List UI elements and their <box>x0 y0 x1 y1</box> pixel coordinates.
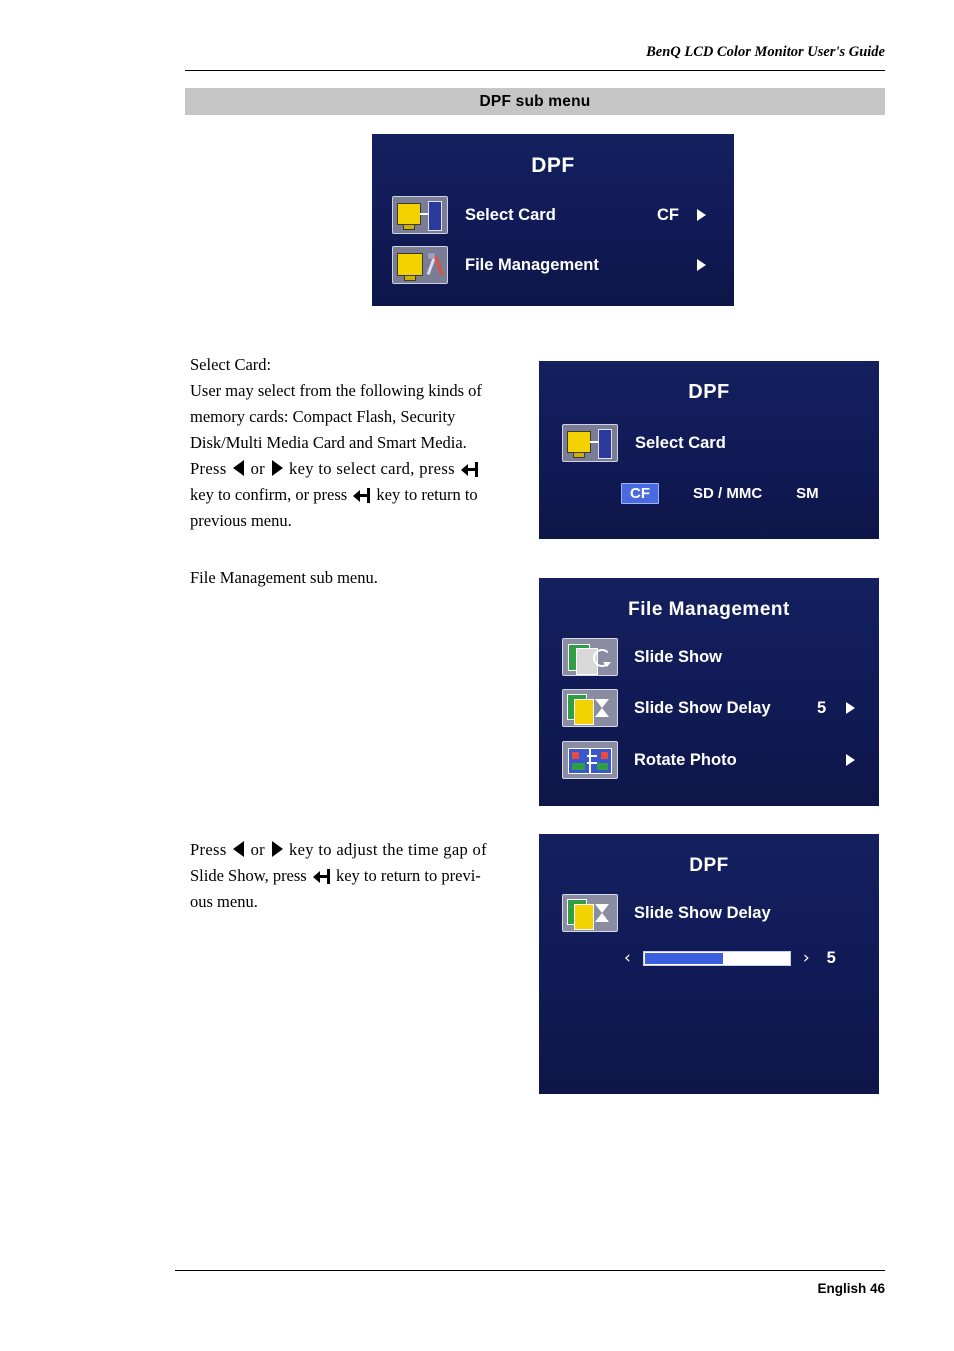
osd-dpf-main-title: DPF <box>531 154 575 177</box>
card-option-cf[interactable]: CF <box>621 483 659 504</box>
file-management-icon <box>392 246 448 284</box>
file-management-note: File Management sub menu. <box>190 565 520 591</box>
osd-select-card-options: CF SD / MMC SM <box>621 483 861 504</box>
osd-row-slide-show-delay[interactable]: Slide Show Delay 5 <box>562 688 862 728</box>
enter-key-icon <box>461 462 479 477</box>
osd-row-slide-show[interactable]: Slide Show <box>562 637 862 677</box>
select-card-line-1: User may select from the following kinds… <box>190 381 482 400</box>
slide-show-delay-icon <box>562 689 618 727</box>
delay-line-1a: key to adjust the time gap of <box>288 840 488 859</box>
chevron-right-icon <box>697 209 706 221</box>
osd-dpf-main: DPF Select Card CF File Management <box>372 134 734 306</box>
select-card-icon <box>392 196 448 234</box>
slide-show-delay-slider-group[interactable]: ‹ › 5 <box>624 949 864 968</box>
select-card-heading: Select Card: <box>190 355 272 374</box>
chevron-right-icon <box>846 754 855 766</box>
osd-row-file-management[interactable]: File Management <box>392 245 717 285</box>
footer-divider <box>175 1270 885 1271</box>
header-text: BenQ LCD Color Monitor User's Guide <box>646 44 885 60</box>
osd-slide-show-delay-title: DPF <box>689 855 729 876</box>
delay-line-3: ous menu. <box>190 892 258 911</box>
right-arrow-icon <box>271 841 283 857</box>
select-card-description: Select Card: User may select from the fo… <box>190 352 520 534</box>
press-word-1: Press <box>190 459 227 478</box>
file-management-note-text: File Management sub menu. <box>190 568 378 587</box>
select-card-line-5a: key to confirm, or press <box>190 485 348 504</box>
delay-line-2a: Slide Show, press <box>190 866 307 885</box>
card-option-sm[interactable]: SM <box>796 485 819 502</box>
chevron-right-icon <box>697 259 706 271</box>
osd-row-slide-show-label: Slide Show <box>634 647 723 666</box>
enter-key-icon <box>353 488 371 503</box>
select-card-line-5b: key to return to <box>376 485 478 504</box>
delay-line-2b: key to return to previ- <box>335 866 481 885</box>
right-arrow-icon <box>271 460 283 476</box>
osd-file-management: File Management Slide Show Slide Show De… <box>539 578 879 806</box>
or-word-2: or <box>250 840 266 859</box>
section-title: DPF sub menu <box>479 92 591 110</box>
osd-select-card-title: DPF <box>688 381 730 403</box>
osd-row-select-card-value: CF <box>657 205 679 224</box>
osd-slide-show-delay-row-label: Slide Show Delay <box>634 903 771 922</box>
decrease-arrow-icon[interactable]: ‹ <box>624 950 631 967</box>
select-card-line-6: previous menu. <box>190 511 292 530</box>
header-divider <box>185 70 885 71</box>
osd-row-slide-show-delay-label: Slide Show Delay <box>634 698 771 717</box>
osd-slide-show-delay: DPF Slide Show Delay ‹ › 5 <box>539 834 879 1094</box>
select-card-line-2: memory cards: Compact Flash, Security <box>190 407 456 426</box>
osd-file-management-title: File Management <box>628 599 790 620</box>
osd-select-card-row-label: Select Card <box>635 433 726 452</box>
osd-row-select-card-label: Select Card <box>465 205 556 224</box>
osd-slide-show-delay-row[interactable]: Slide Show Delay <box>562 893 862 933</box>
press-word-2: Press <box>190 840 227 859</box>
left-arrow-icon <box>233 460 245 476</box>
slide-show-delay-slider[interactable] <box>642 951 791 966</box>
slide-show-delay-icon <box>562 894 618 932</box>
select-card-icon <box>562 424 618 462</box>
osd-row-select-card[interactable]: Select Card CF <box>392 195 717 235</box>
page-header: BenQ LCD Color Monitor User's Guide <box>185 44 885 61</box>
slide-show-delay-description: Press or key to adjust the time gap of S… <box>190 837 520 915</box>
page-footer: English 46 <box>185 1281 885 1296</box>
osd-select-card-row[interactable]: Select Card <box>562 423 857 463</box>
left-arrow-icon <box>233 841 245 857</box>
chevron-right-icon <box>846 702 855 714</box>
increase-arrow-icon[interactable]: › <box>803 950 810 967</box>
slide-show-delay-value: 5 <box>826 949 836 967</box>
card-option-sd-mmc[interactable]: SD / MMC <box>693 485 762 502</box>
osd-row-rotate-photo-label: Rotate Photo <box>634 750 737 769</box>
osd-select-card: DPF Select Card CF SD / MMC SM <box>539 361 879 539</box>
or-word-1: or <box>250 459 266 478</box>
section-title-bar: DPF sub menu <box>185 88 885 115</box>
rotate-photo-icon <box>562 741 618 779</box>
slider-fill <box>644 953 723 964</box>
osd-row-slide-show-delay-value: 5 <box>817 698 827 717</box>
select-card-line-4a: key to select card, press <box>288 459 455 478</box>
osd-row-file-management-label: File Management <box>465 255 599 274</box>
osd-row-rotate-photo[interactable]: Rotate Photo <box>562 740 862 780</box>
enter-key-icon <box>312 869 330 884</box>
slide-show-icon <box>562 638 618 676</box>
select-card-line-3: Disk/Multi Media Card and Smart Media. <box>190 433 467 452</box>
footer-text: English 46 <box>817 1281 885 1296</box>
